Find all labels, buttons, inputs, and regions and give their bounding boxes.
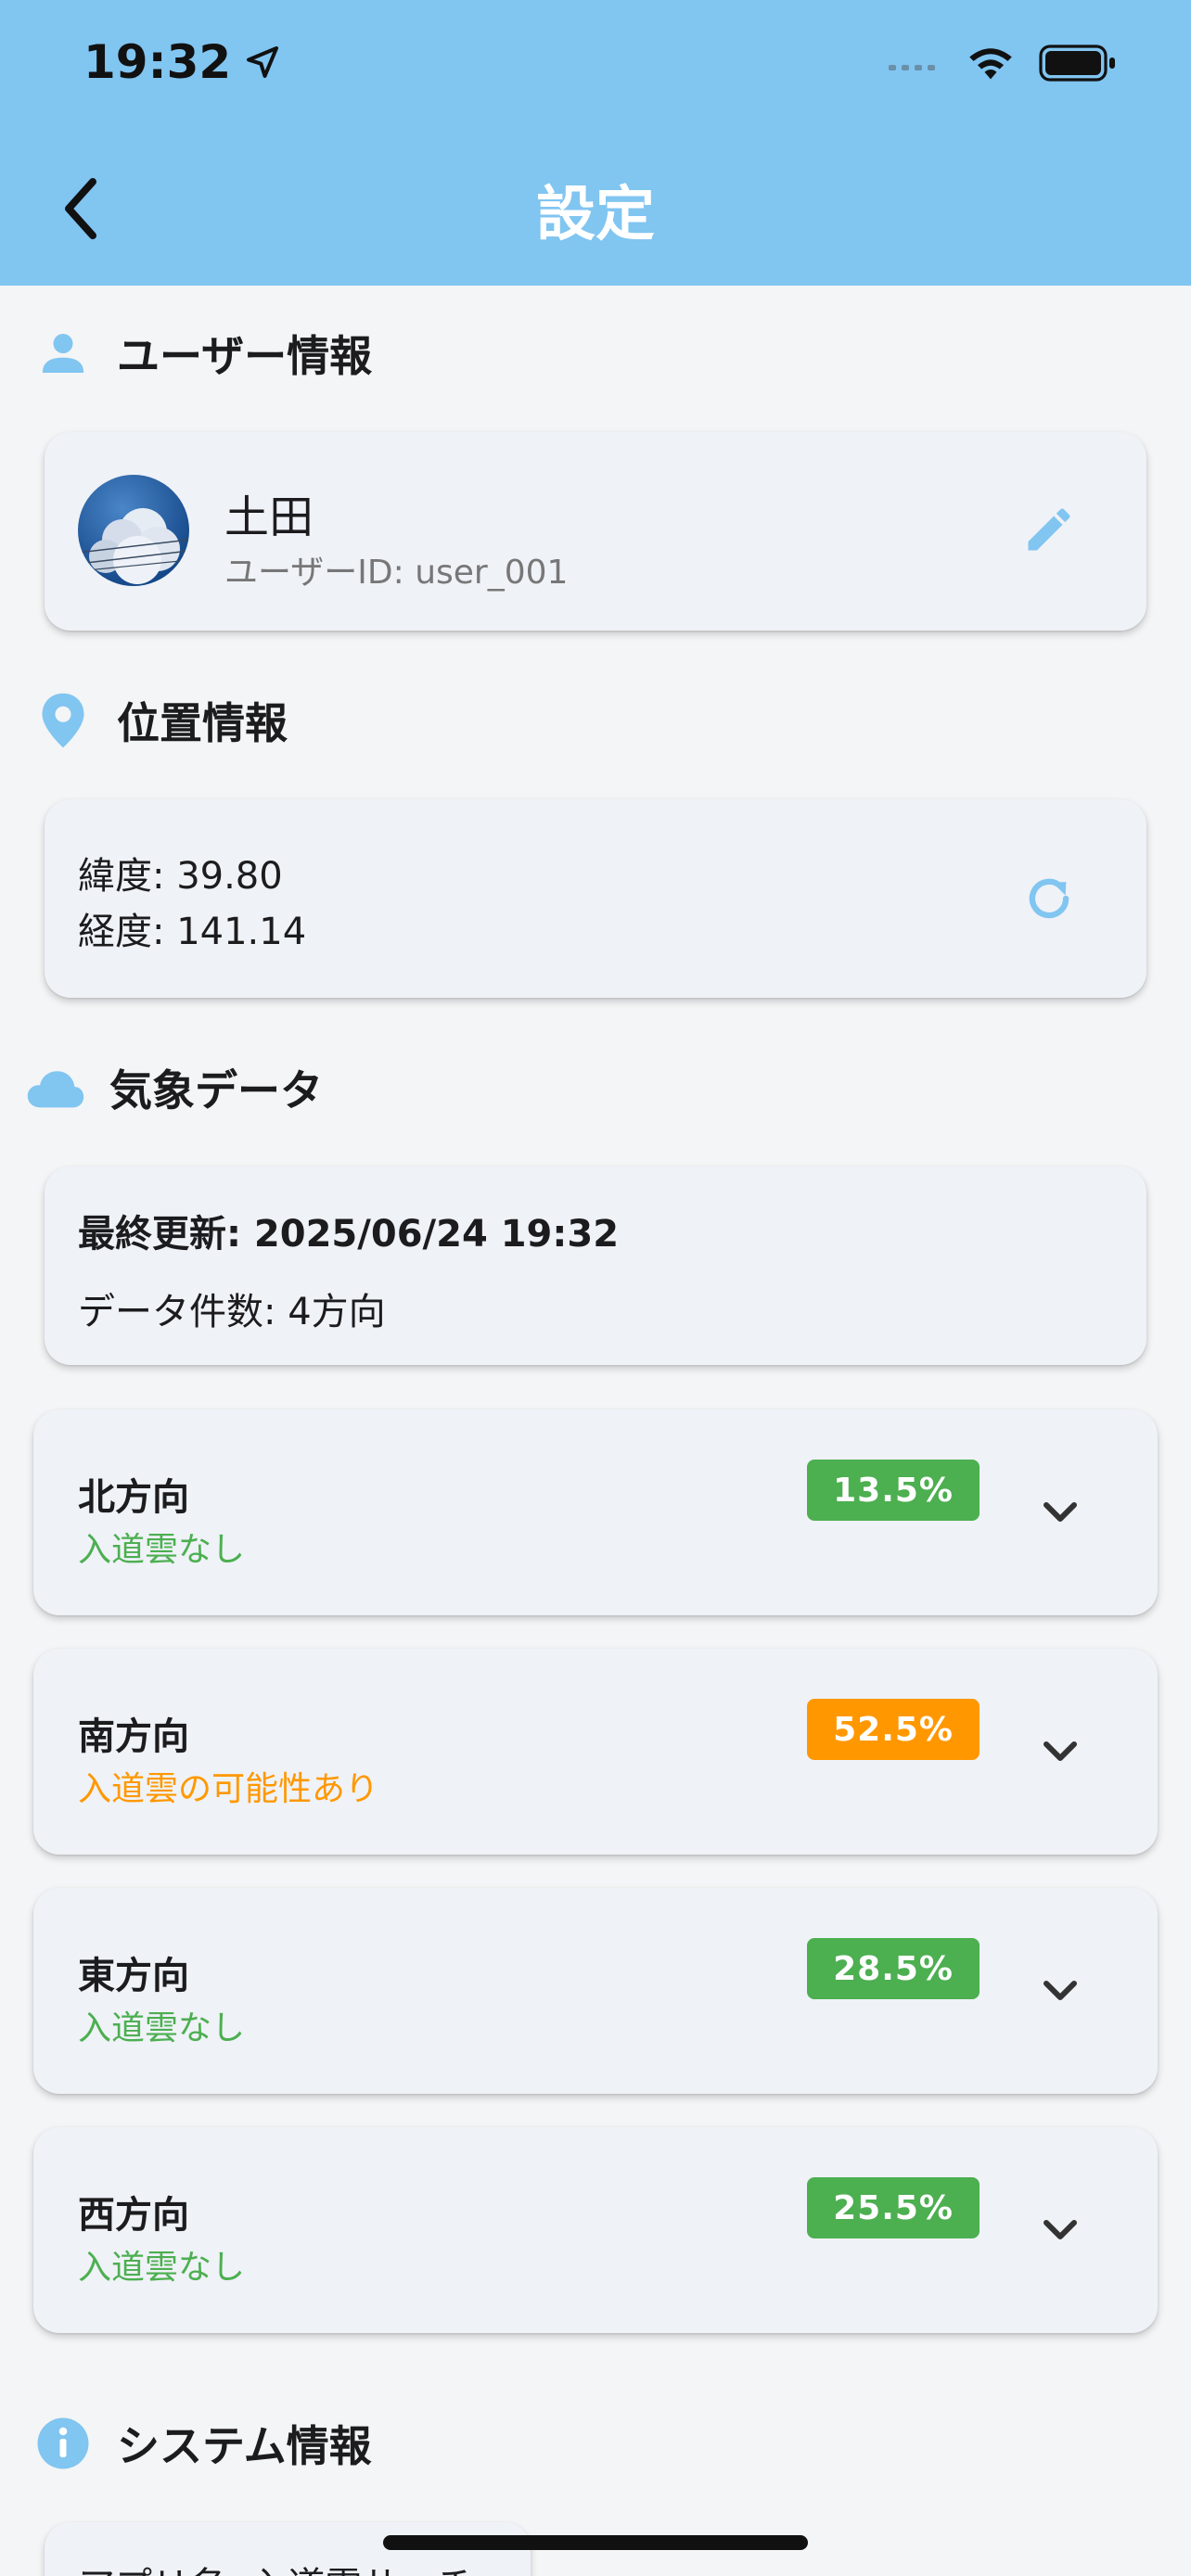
direction-status: 入道雲なし [78,2009,246,2047]
section-system-title: システム情報 [117,2421,372,2471]
direction-card-east[interactable]: 東方向 入道雲なし 28.5% [33,1888,1158,2094]
direction-card-north[interactable]: 北方向 入道雲なし 13.5% [33,1409,1158,1615]
probability-badge: 13.5% [807,1460,980,1521]
direction-card-west[interactable]: 西方向 入道雲なし 25.5% [33,2127,1158,2333]
location-arrow-icon [247,46,279,78]
wifi-icon [969,48,1012,80]
latitude-value: 緯度: 39.80 [78,855,283,898]
expand-button[interactable] [1037,1728,1083,1775]
pencil-icon [1028,508,1070,551]
battery-icon [1039,45,1115,82]
location-card: 緯度: 39.80 経度: 141.14 [45,799,1146,998]
settings-screen: 19:32 設定 ユーザー情報 土田 ユーザーID: user_001 位置情報… [0,0,1191,2576]
chevron-down-icon [1044,1502,1077,1522]
direction-card-south[interactable]: 南方向 入道雲の可能性あり 52.5% [33,1649,1158,1855]
location-pin-icon [33,691,93,750]
user-card: 土田 ユーザーID: user_001 [45,432,1146,631]
status-time-text: 19:32 [83,35,232,89]
home-indicator[interactable] [383,2535,808,2550]
chevron-down-icon [1044,1741,1077,1761]
direction-status: 入道雲なし [78,2249,246,2287]
direction-name: 北方向 [78,1476,189,1519]
cloud-icon [26,1058,85,1117]
refresh-location-button[interactable] [1017,866,1082,931]
user-name: 土田 [224,491,314,543]
direction-status: 入道雲なし [78,1531,246,1569]
expand-button[interactable] [1037,1489,1083,1536]
direction-name: 南方向 [78,1715,189,1758]
longitude-value: 経度: 141.14 [78,911,307,953]
section-system-header: システム情報 [33,2413,372,2474]
section-user-header: ユーザー情報 [33,323,372,384]
section-location-title: 位置情報 [117,698,288,748]
direction-status: 入道雲の可能性あり [78,1770,379,1808]
avatar [78,475,189,586]
probability-badge: 28.5% [807,1938,980,1999]
signal-icon [889,65,935,70]
probability-badge: 25.5% [807,2177,980,2238]
info-icon [33,2414,93,2473]
direction-name: 西方向 [78,2194,189,2237]
user-id: ユーザーID: user_001 [224,554,569,592]
direction-name: 東方向 [78,1955,189,1997]
section-weather-title: 気象データ [109,1065,323,1116]
page-title: 設定 [536,181,655,249]
status-time: 19:32 [83,35,281,89]
edit-user-button[interactable] [1017,497,1082,562]
chevron-down-icon [1044,1981,1077,2000]
expand-button[interactable] [1037,2207,1083,2253]
last-updated: 最終更新: 2025/06/24 19:32 [78,1213,620,1256]
chevron-down-icon [1044,2220,1077,2239]
app-header: 19:32 設定 [0,0,1191,286]
section-location-header: 位置情報 [33,690,288,751]
person-icon [33,324,93,383]
expand-button[interactable] [1037,1968,1083,2014]
section-user-title: ユーザー情報 [117,331,373,381]
weather-summary-card: 最終更新: 2025/06/24 19:32 データ件数: 4方向 [45,1167,1146,1365]
refresh-icon [1029,878,1069,919]
data-count: データ件数: 4方向 [78,1291,386,1333]
probability-badge: 52.5% [807,1699,980,1760]
status-icons [887,45,1117,82]
app-name: アプリ名: 入道雲サーチ [78,2556,473,2576]
section-weather-header: 気象データ [27,1057,323,1118]
